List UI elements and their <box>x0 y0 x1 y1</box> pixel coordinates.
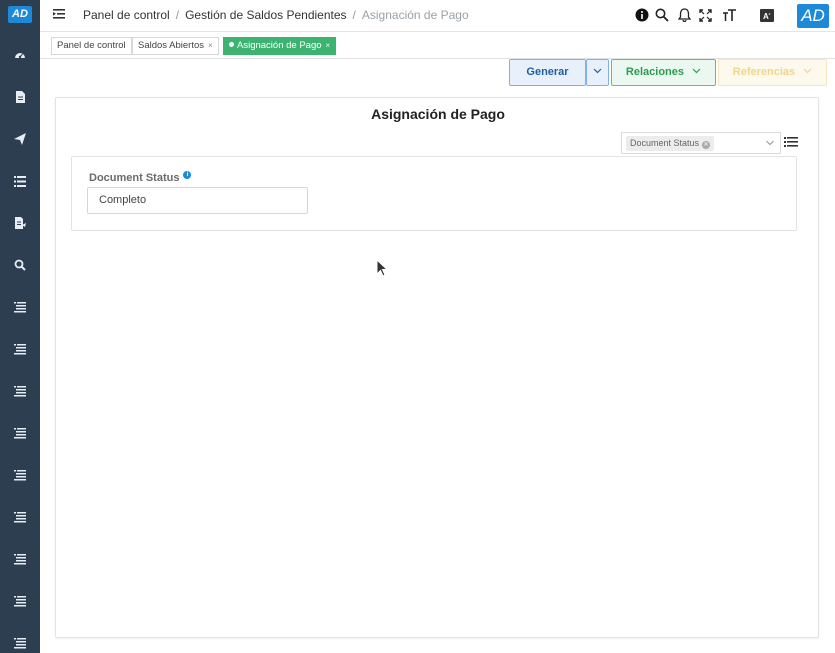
document-status-label: Document Status i <box>89 171 192 184</box>
menu-list-icon[interactable] <box>0 633 40 653</box>
close-icon[interactable]: × <box>326 41 331 50</box>
info-icon[interactable]: i <box>183 171 192 179</box>
text-size-icon[interactable] <box>721 7 737 23</box>
menu-list-icon[interactable] <box>0 507 40 527</box>
document-status-field[interactable]: Completo <box>87 187 308 214</box>
active-dot-icon <box>229 42 234 47</box>
tab-saldos-abiertos[interactable]: Saldos Abiertos × <box>132 37 219 55</box>
menu-list-icon[interactable] <box>0 339 40 359</box>
parameter-panel: Document Status i Completo <box>71 156 797 231</box>
tab-asignacion-de-pago[interactable]: Asignación de Pago × <box>223 37 337 55</box>
breadcrumb-item[interactable]: Panel de control <box>83 8 170 22</box>
report-icon[interactable] <box>0 213 40 233</box>
mouse-cursor-icon <box>376 259 389 277</box>
info-icon[interactable] <box>634 7 650 23</box>
top-header: Panel de control / Gestión de Saldos Pendi… <box>40 0 835 32</box>
svg-text:z: z <box>769 11 771 16</box>
tab-label: Saldos Abiertos <box>138 40 205 51</box>
app-logo[interactable]: AD <box>8 6 32 23</box>
generar-dropdown-button[interactable] <box>586 59 609 86</box>
search-icon[interactable] <box>654 7 670 23</box>
search-icon[interactable] <box>0 255 40 275</box>
menu-list-icon[interactable] <box>0 297 40 317</box>
breadcrumb-separator: / <box>352 8 356 22</box>
tab-label: Asignación de Pago <box>237 40 322 51</box>
referencias-button[interactable]: Referencias <box>718 59 827 86</box>
fullscreen-icon[interactable] <box>697 7 713 23</box>
breadcrumb-item[interactable]: Gestión de Saldos Pendientes <box>185 8 346 22</box>
filter-chip[interactable]: Document Status ✕ <box>626 136 715 151</box>
relaciones-button[interactable]: Relaciones <box>611 59 716 86</box>
chevron-down-icon <box>593 68 602 74</box>
tab-bar: Panel de control Saldos Abiertos × Asigna… <box>40 32 835 59</box>
field-label-text: Document Status <box>89 172 180 184</box>
close-icon[interactable]: × <box>208 41 213 50</box>
menu-list-icon[interactable] <box>0 423 40 443</box>
breadcrumb: Panel de control / Gestión de Saldos Pendi… <box>83 8 469 22</box>
menu-toggle-icon[interactable] <box>52 7 68 23</box>
menu-list-icon[interactable] <box>0 465 40 485</box>
page-title: Asignación de Pago <box>371 106 505 122</box>
menu-list-icon[interactable] <box>0 591 40 611</box>
breadcrumb-current: Asignación de Pago <box>361 8 469 22</box>
avatar[interactable]: AD <box>797 4 829 28</box>
chevron-down-icon[interactable] <box>765 138 775 148</box>
document-icon[interactable] <box>0 87 40 107</box>
generar-button[interactable]: Generar <box>509 59 586 86</box>
relaciones-label: Relaciones <box>625 66 685 78</box>
breadcrumb-separator: / <box>175 8 180 22</box>
chevron-down-icon <box>692 68 701 74</box>
chevron-down-icon <box>803 68 812 74</box>
tab-panel-de-control[interactable]: Panel de control <box>51 37 132 55</box>
remove-icon[interactable]: ✕ <box>702 141 711 149</box>
referencias-label: Referencias <box>732 66 796 78</box>
send-icon[interactable] <box>0 129 40 149</box>
form-card: Asignación de Pago Document Status ✕ Docu… <box>55 97 819 638</box>
list-icon[interactable] <box>0 171 40 191</box>
bell-icon[interactable] <box>676 7 692 23</box>
translate-icon[interactable]: Az <box>759 7 775 23</box>
list-view-icon[interactable] <box>784 135 798 149</box>
filter-chip-label: Document Status <box>630 138 700 148</box>
menu-list-icon[interactable] <box>0 549 40 569</box>
sidebar: AD <box>0 0 40 653</box>
tab-label: Panel de control <box>57 40 126 51</box>
filter-select[interactable]: Document Status ✕ <box>621 132 781 154</box>
dashboard-icon[interactable] <box>0 45 40 65</box>
menu-list-icon[interactable] <box>0 381 40 401</box>
